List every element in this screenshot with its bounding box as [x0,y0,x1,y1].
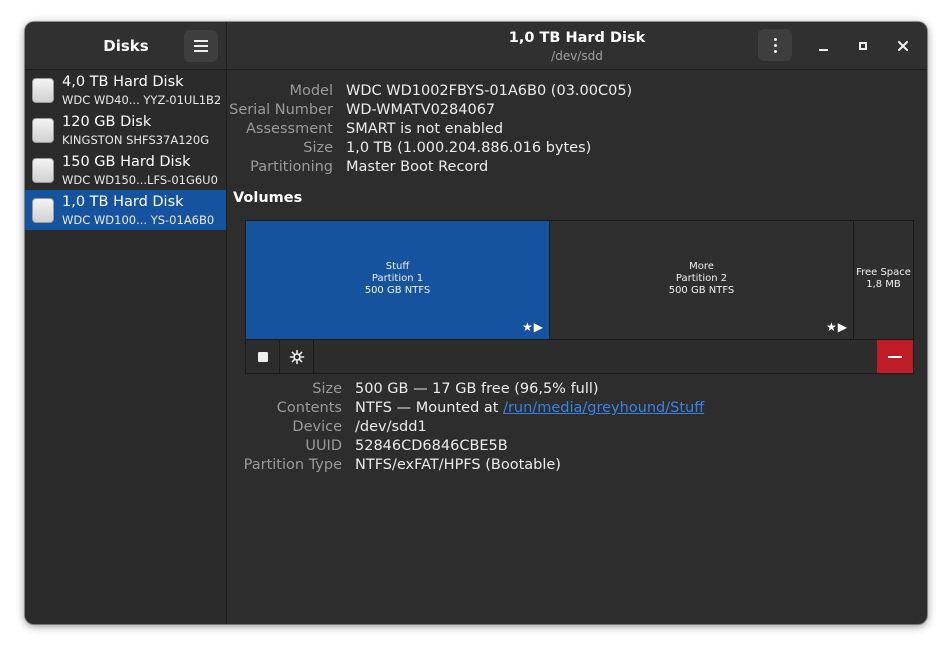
partition-name: Stuff [385,261,410,272]
part-type-value: NTFS/exFAT/HPFS (Bootable) [355,457,561,473]
volumes-heading: Volumes [233,190,303,206]
disk-model-value: WDC WD1002FBYS-01A6B0 (03.00C05) [346,83,633,99]
part-size-row: Size [25,381,342,400]
close-icon [898,41,908,51]
disk-assessment-value: SMART is not enabled [346,121,504,137]
partition-label: Partition 2 [675,273,728,284]
maximize-icon [859,42,867,50]
partition-label: Partition 1 [371,273,424,284]
part-device-label: Device [292,419,342,435]
volume-toolbar [245,340,914,374]
disk-assessment-label: Assessment [246,121,333,137]
part-type-row: Partition Type [25,457,342,476]
stop-icon [257,351,268,362]
part-uuid-label: UUID [305,438,342,454]
disk-model-row: Model [25,83,333,102]
remove-icon [888,355,902,358]
disk-partitioning-value: Master Boot Record [346,159,489,175]
maximize-button[interactable] [851,34,875,58]
delete-partition-button[interactable] [877,340,913,373]
part-contents-text: NTFS — Mounted at [355,400,504,416]
disk-item-selected[interactable]: 1,0 TB Hard Disk WDC WD100... YS-01A6B0 [25,190,226,230]
free-space-size: 1,8 MB [866,279,901,290]
disk-name: 1,0 TB Hard Disk [62,194,184,210]
disk-partitioning-label: Partitioning [250,159,333,175]
disk-size-row: Size [25,140,333,159]
part-uuid-row: UUID [25,438,342,457]
disk-partitioning-row: Partitioning [25,159,333,178]
part-device-row: Device [25,419,342,438]
disk-serial-value: WD-WMATV0284067 [346,102,496,118]
unmount-button[interactable] [246,340,280,373]
free-space-block[interactable]: Free Space 1,8 MB [854,221,913,339]
disk-assessment-row: Assessment [25,121,333,140]
part-type-label: Partition Type [243,457,342,473]
menu-button[interactable] [184,30,218,62]
menu-icon [194,40,208,42]
star-icon: ★ [826,320,838,334]
disk-size-label: Size [303,140,333,156]
partition-size: 500 GB NTFS [668,285,735,296]
partition-block[interactable]: More Partition 2 500 GB NTFS ★▶ [550,221,854,339]
mount-point-link[interactable]: /run/media/greyhound/Stuff [503,400,704,416]
gear-icon [289,349,304,364]
part-contents-row: Contents [25,400,342,419]
free-space-label: Free Space [856,267,911,278]
part-size-value: 500 GB — 17 GB free (96,5% full) [355,381,599,397]
disk-size-value: 1,0 TB (1.000.204.886.016 bytes) [346,140,592,156]
part-contents-value: NTFS — Mounted at /run/media/greyhound/S… [355,400,704,416]
partition-size: 500 GB NTFS [364,285,431,296]
content-header: 1,0 TB Hard Disk /dev/sdd [227,22,927,70]
part-uuid-value: 52846CD6846CBE5B [355,438,508,454]
part-contents-label: Contents [276,400,342,416]
partition-name: More [689,261,714,272]
part-size-label: Size [312,381,342,397]
disk-icon [32,198,54,223]
minimize-icon [818,49,828,51]
partition-block-selected[interactable]: Stuff Partition 1 500 GB NTFS ★▶ [246,221,550,339]
disk-serial-label: Serial Number [229,102,333,118]
drive-options-button[interactable] [758,29,792,61]
volume-graph: Stuff Partition 1 500 GB NTFS ★▶ More Pa… [245,220,914,340]
close-button[interactable] [891,34,915,58]
disk-model-label: Model [289,83,333,99]
play-icon: ▶ [533,320,544,334]
star-icon: ★ [522,320,534,334]
minimize-button[interactable] [811,34,835,58]
sidebar-header: Disks [25,22,227,70]
play-icon: ▶ [837,320,848,334]
kebab-menu-icon [773,37,777,41]
partition-options-button[interactable] [280,340,314,373]
disks-window: Disks 1,0 TB Hard Disk /dev/sdd 4,0 TB H… [25,22,927,624]
part-device-value: /dev/sdd1 [355,419,427,435]
disk-serial-row: Serial Number [25,102,333,121]
disk-model: WDC WD100... YS-01A6B0 [62,213,215,227]
